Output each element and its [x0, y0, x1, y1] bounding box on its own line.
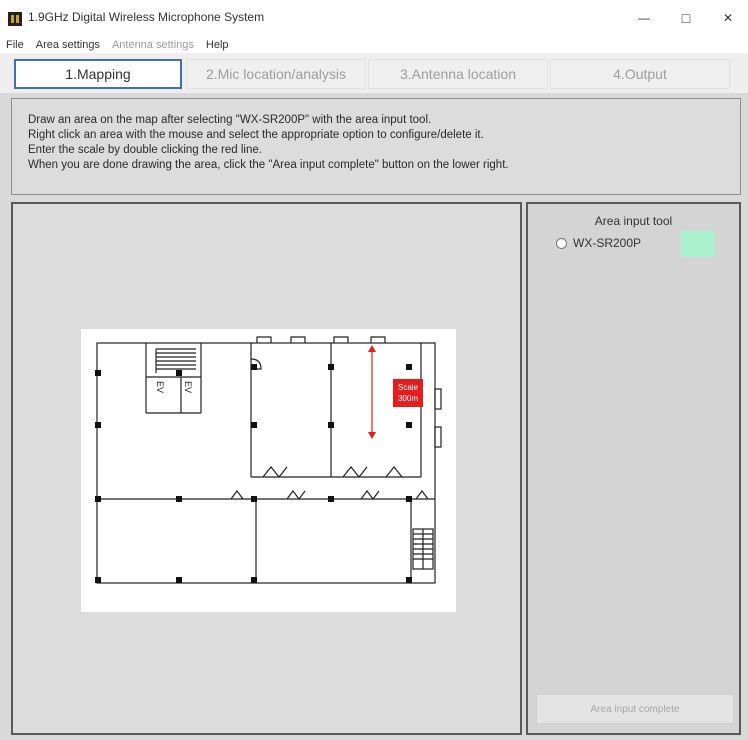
window-title: 1.9GHz Digital Wireless Microphone Syste… — [28, 10, 265, 24]
tab-mic-location-analysis[interactable]: 2.Mic location/analysis — [186, 59, 366, 89]
elevator-label: EV — [155, 381, 165, 393]
menu-bar: File Area settings Antenna settings Help — [0, 36, 748, 53]
instruction-line: When you are done drawing the area, clic… — [28, 159, 509, 171]
area-input-complete-button[interactable]: Area input complete — [536, 694, 734, 724]
tab-mapping[interactable]: 1.Mapping — [14, 59, 182, 89]
instruction-line: Enter the scale by double clicking the r… — [28, 144, 262, 156]
title-bar: 1.9GHz Digital Wireless Microphone Syste… — [0, 0, 748, 37]
elevator-label: EV — [183, 381, 193, 393]
instruction-line: Draw an area on the map after selecting … — [28, 114, 432, 126]
area-input-tool-panel: Area input tool WX-SR200P Area input com… — [526, 202, 741, 735]
app-icon — [8, 12, 22, 26]
menu-help[interactable]: Help — [200, 39, 235, 51]
maximize-button[interactable]: □ — [666, 6, 706, 30]
menu-area-settings[interactable]: Area settings — [30, 39, 106, 51]
map-canvas[interactable]: EV EV Scale 300m — [11, 202, 522, 735]
instructions-panel: Draw an area on the map after selecting … — [11, 98, 741, 195]
tab-output[interactable]: 4.Output — [550, 59, 730, 89]
wx-sr200p-option[interactable]: WX-SR200P — [556, 236, 641, 250]
floor-plan-drawing: EV EV — [95, 336, 442, 584]
instruction-line: Right click an area with the mouse and s… — [28, 129, 484, 141]
maximize-icon: □ — [681, 10, 691, 26]
menu-file[interactable]: File — [0, 39, 30, 51]
radio-button[interactable] — [556, 237, 567, 249]
menu-antenna-settings: Antenna settings — [111, 38, 194, 51]
scale-line[interactable] — [368, 345, 376, 439]
wx-sr200p-label: WX-SR200P — [573, 236, 642, 250]
tab-antenna-location[interactable]: 3.Antenna location — [368, 59, 548, 89]
minimize-button[interactable]: — — [624, 6, 664, 30]
close-icon: ✕ — [722, 11, 734, 25]
area-color-swatch[interactable] — [681, 231, 715, 257]
tab-strip: 1.Mapping 2.Mic location/analysis 3.Ante… — [0, 53, 748, 93]
minimize-icon: — — [638, 11, 650, 25]
area-input-tool-title: Area input tool — [594, 214, 673, 228]
close-button[interactable]: ✕ — [708, 6, 748, 30]
scale-label[interactable]: Scale 300m — [393, 379, 423, 407]
scale-label-line2: 300m — [397, 394, 418, 403]
floor-plan[interactable]: EV EV Scale 300m — [81, 329, 456, 612]
scale-label-line1: Scale — [397, 383, 418, 392]
